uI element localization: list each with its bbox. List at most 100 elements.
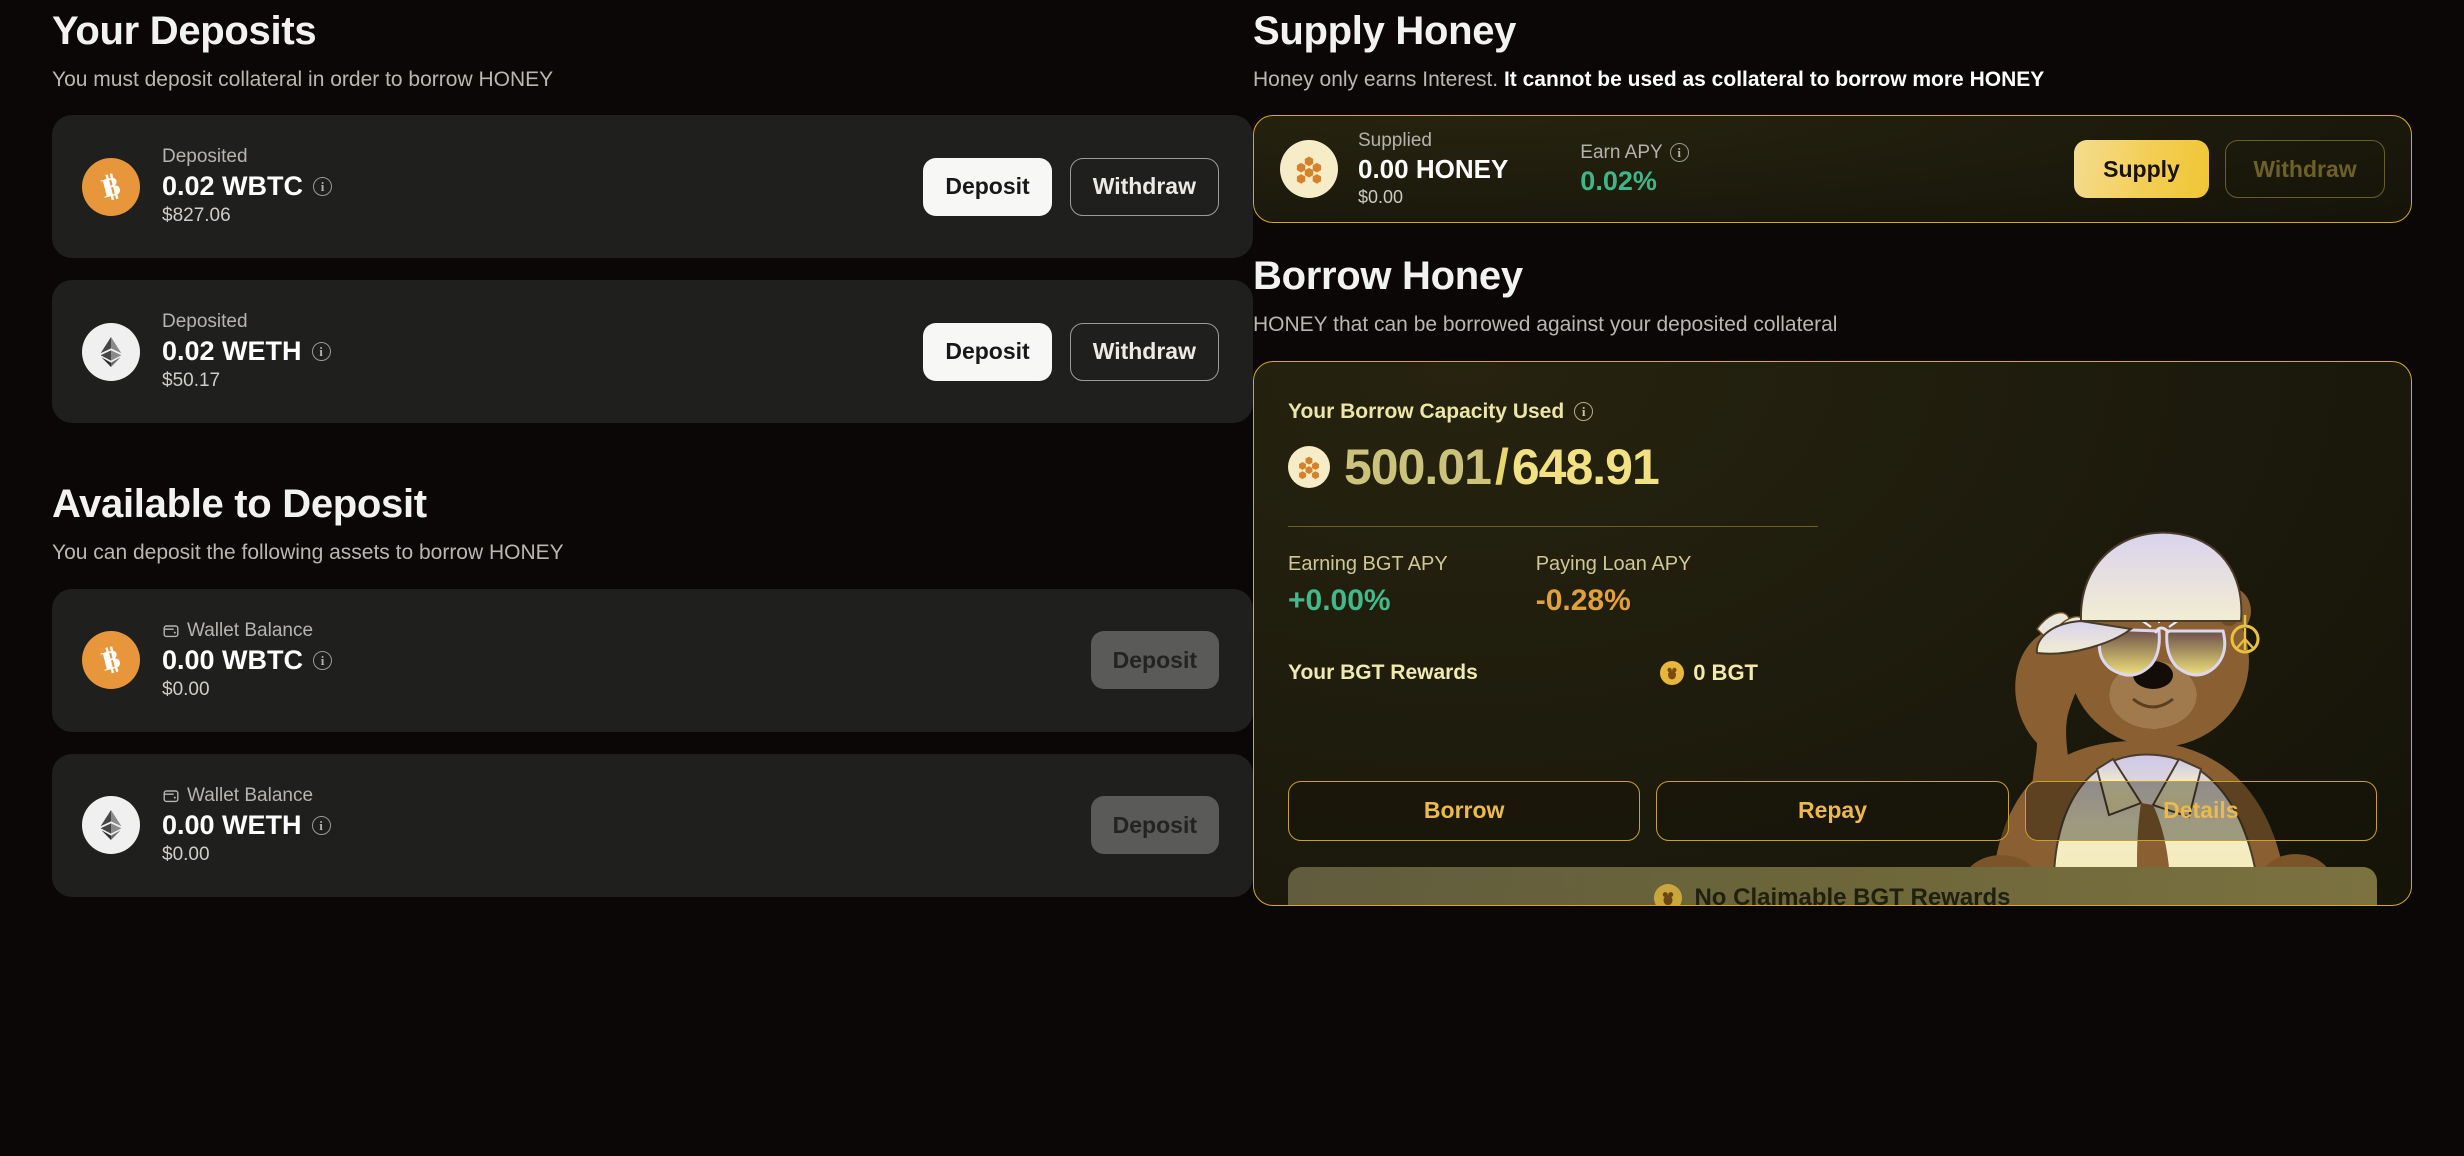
claim-label: No Claimable BGT Rewards	[1694, 883, 2011, 906]
deposit-button[interactable]: Deposit	[923, 322, 1052, 381]
available-row-actions: Deposit	[1090, 796, 1219, 855]
asset-meta: Deposited 0.02 WBTC i $827.06	[162, 146, 333, 227]
deposit-usd-value: $50.17	[162, 370, 221, 392]
available-row-weth[interactable]: Wallet Balance 0.00 WETH i $0.00 Deposit	[52, 753, 1253, 897]
left-column: Your Deposits You must deposit collatera…	[0, 0, 1253, 1156]
available-amount-wrap: 0.00 WETH i	[162, 810, 331, 841]
bgt-rewards-value-wrap: 0 BGT	[1660, 660, 1758, 686]
deposited-label: Deposited	[162, 146, 332, 168]
paying-loan-apy-stat: Paying Loan APY -0.28%	[1536, 553, 1692, 618]
earning-bgt-apy-label: Earning BGT APY	[1288, 552, 1448, 575]
deposit-amount-wrap: 0.02 WBTC i	[162, 171, 333, 202]
ethereum-icon	[82, 796, 140, 855]
asset-info: B Deposited 0.02 WBTC i $827.06	[82, 146, 923, 227]
info-icon[interactable]: i	[313, 177, 333, 197]
bitcoin-icon: B	[82, 157, 140, 216]
earn-apy-label-wrap: Earn APY i	[1580, 141, 1689, 164]
supplied-label: Supplied	[1358, 130, 1432, 152]
deposit-row-label: Deposited	[162, 311, 248, 333]
borrow-honey-title: Borrow Honey	[1253, 254, 1523, 299]
available-amount: 0.00 WBTC	[162, 644, 304, 675]
asset-meta: Deposited 0.02 WETH i $50.17	[162, 311, 331, 392]
ethereum-icon	[82, 322, 140, 381]
supplied-amount: 0.00 HONEY	[1358, 154, 1509, 185]
deposit-usd-value: $827.06	[162, 205, 231, 227]
borrow-honey-card: Your Borrow Capacity Used i 500.01/648.9…	[1253, 360, 2412, 906]
capacity-total-value: 648.91	[1511, 438, 1660, 495]
deposit-row-actions: Deposit Withdraw	[923, 322, 1219, 381]
borrow-capacity-values: 500.01/648.91	[1288, 438, 1818, 496]
bgt-coin-icon	[1654, 883, 1683, 905]
deposit-button[interactable]: Deposit	[1090, 631, 1219, 690]
asset-meta: Wallet Balance 0.00 WETH i $0.00	[162, 785, 331, 866]
honey-icon	[1280, 140, 1338, 199]
earning-bgt-apy-value: +0.00%	[1288, 583, 1391, 617]
asset-info: B Wallet Balance 0.00 WBTC i $0.00	[82, 620, 1091, 701]
deposit-amount: 0.02 WETH	[162, 336, 302, 367]
deposit-row-actions: Deposit Withdraw	[923, 157, 1219, 216]
available-row-wbtc[interactable]: B Wallet Balance 0.00 WBTC i $0.00 Depos…	[52, 588, 1253, 732]
deposit-amount-wrap: 0.02 WETH i	[162, 336, 331, 367]
deposit-row-wbtc[interactable]: B Deposited 0.02 WBTC i $827.06 Deposit …	[52, 115, 1253, 259]
honey-icon	[1288, 445, 1330, 488]
bitcoin-icon: B	[82, 631, 140, 690]
borrow-actions: Borrow Repay Details	[1288, 780, 2377, 841]
borrow-honey-subtitle: HONEY that can be borrowed against your …	[1253, 313, 1838, 337]
borrow-capacity-readout: 500.01/648.91	[1344, 438, 1660, 496]
available-subtitle: You can deposit the following assets to …	[52, 541, 564, 565]
borrow-capacity-label: Your Borrow Capacity Used	[1288, 399, 1565, 423]
info-icon[interactable]: i	[311, 342, 331, 362]
available-row-label: Wallet Balance	[187, 619, 314, 641]
info-icon[interactable]: i	[1574, 402, 1594, 422]
supply-honey-subtitle: Honey only earns Interest. It cannot be …	[1253, 66, 2412, 93]
available-usd-value: $0.00	[162, 678, 210, 700]
supply-subtitle-plain: Honey only earns Interest.	[1253, 68, 1504, 91]
info-icon[interactable]: i	[311, 815, 331, 835]
paying-loan-apy-label: Paying Loan APY	[1535, 552, 1692, 575]
withdraw-button[interactable]: Withdraw	[2225, 140, 2385, 199]
apy-stats: Earning BGT APY +0.00% Paying Loan APY -…	[1288, 553, 1818, 618]
supply-honey-title: Supply Honey	[1253, 9, 1517, 53]
borrow-button[interactable]: Borrow	[1288, 780, 1641, 841]
deposit-button[interactable]: Deposit	[923, 157, 1052, 216]
info-icon[interactable]: i	[313, 650, 333, 670]
repay-button[interactable]: Repay	[1656, 780, 2009, 841]
info-icon[interactable]: i	[1669, 143, 1689, 163]
supply-button[interactable]: Supply	[2074, 140, 2209, 199]
withdraw-button[interactable]: Withdraw	[1069, 157, 1219, 216]
details-button[interactable]: Details	[2024, 780, 2377, 841]
asset-meta: Wallet Balance 0.00 WBTC i $0.00	[162, 619, 333, 701]
your-deposits-subtitle: You must deposit collateral in order to …	[52, 68, 554, 91]
wallet-icon	[162, 787, 180, 805]
borrow-honey-section: Borrow Honey HONEY that can be borrowed …	[1253, 253, 2412, 906]
available-to-deposit-section: Available to Deposit You can deposit the…	[52, 481, 1253, 897]
earning-bgt-apy-stat: Earning BGT APY +0.00%	[1288, 553, 1448, 618]
deposit-row-label: Deposited	[162, 146, 248, 168]
bgt-coin-icon	[1660, 660, 1685, 685]
supply-card-actions: Supply Withdraw	[2074, 140, 2385, 199]
borrow-capacity-label-wrap: Your Borrow Capacity Used i	[1288, 400, 1818, 424]
claim-bgt-rewards-button[interactable]: No Claimable BGT Rewards	[1288, 866, 2377, 906]
capacity-used-value: 500.01	[1344, 438, 1492, 495]
bgt-rewards-value: 0 BGT	[1693, 659, 1758, 685]
available-amount-wrap: 0.00 WBTC i	[162, 644, 333, 676]
supply-meta: Supplied 0.00 HONEY $0.00	[1358, 130, 1508, 208]
divider	[1288, 525, 1818, 527]
bgt-rewards-label: Your BGT Rewards	[1288, 660, 1478, 684]
supply-honey-card: Supplied 0.00 HONEY $0.00 Earn APY i 0.0…	[1253, 115, 2412, 224]
borrow-stats: Your Borrow Capacity Used i 500.01/648.9…	[1288, 400, 1818, 686]
asset-info: Deposited 0.02 WETH i $50.17	[82, 311, 923, 392]
deposit-amount: 0.02 WBTC	[162, 171, 304, 202]
wallet-icon	[162, 622, 180, 640]
deposit-row-weth[interactable]: Deposited 0.02 WETH i $50.17 Deposit Wit…	[52, 280, 1253, 424]
withdraw-button[interactable]: Withdraw	[1069, 322, 1219, 381]
earn-apy-label: Earn APY	[1580, 141, 1663, 163]
supply-honey-section: Supply Honey Honey only earns Interest. …	[1253, 0, 2412, 224]
right-column: Supply Honey Honey only earns Interest. …	[1253, 0, 2464, 1156]
wallet-balance-label: Wallet Balance	[162, 785, 331, 807]
deposit-button[interactable]: Deposit	[1090, 796, 1219, 855]
available-title: Available to Deposit	[52, 482, 427, 527]
earn-apy-block: Earn APY i 0.02%	[1580, 141, 1689, 197]
available-row-actions: Deposit	[1090, 631, 1219, 690]
available-amount: 0.00 WETH	[162, 809, 302, 840]
